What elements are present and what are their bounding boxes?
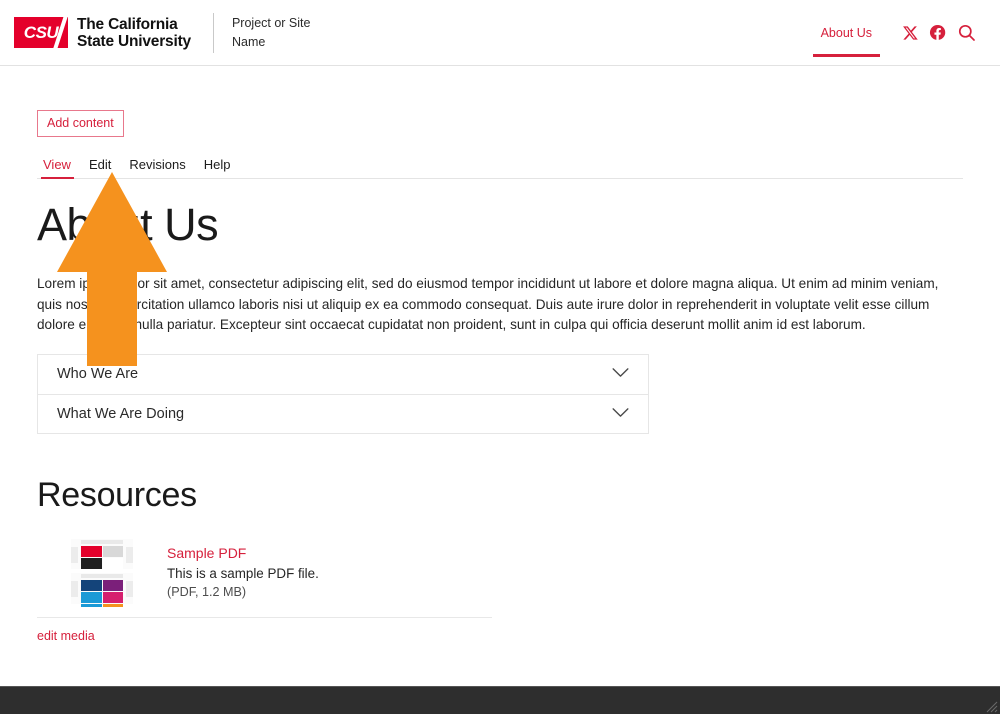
thumbnail-cell [102,579,123,591]
tab-revisions[interactable]: Revisions [120,157,194,178]
thumbnail-side-label-left [71,546,78,563]
thumbnail-cell [81,557,102,569]
accordion-label: Who We Are [57,366,139,383]
media-description: This is a sample PDF file. [167,565,319,581]
tab-view[interactable]: View [37,157,80,179]
social-icon-group [902,23,976,42]
thumbnail-side-label-right [126,546,133,563]
tab-help[interactable]: Help [195,157,240,178]
site-footer-bar [0,686,1000,714]
media-item-row: Sample PDF This is a sample PDF file. (P… [37,536,492,618]
csu-wordmark-line2: State University [77,32,191,50]
media-info: Sample PDF This is a sample PDF file. (P… [167,537,319,599]
pdf-preview-thumbnail[interactable] [63,536,141,607]
thumbnail-cell [81,579,102,591]
header-divider [212,12,214,53]
window-resize-grip[interactable] [984,699,998,713]
thumbnail-cell [102,603,123,607]
accordion: Who We Are What We Are Doing [37,353,649,434]
add-content-button[interactable]: Add content [37,110,124,137]
thumbnail-side-label-right [126,580,133,597]
header-right-group: About Us [812,0,986,65]
thumbnail-cell [102,591,123,603]
site-name-line2: Name [231,34,266,49]
search-icon[interactable] [957,23,976,42]
thumbnail-grid [71,579,133,603]
media-title-link[interactable]: Sample PDF [167,545,319,561]
site-name: Project or Site Name [232,14,311,52]
site-name-line1: Project or Site [231,15,311,30]
csu-logo-text: CSU [23,22,59,42]
tab-edit[interactable]: Edit [80,157,120,178]
facebook-icon[interactable] [929,24,946,41]
thumbnail-panel-top [71,538,133,569]
chevron-down-icon [611,365,630,383]
thumbnail-side-label-left [71,580,78,597]
nav-link-about-us[interactable]: About Us [812,0,881,65]
x-twitter-icon[interactable] [902,25,918,41]
main-content: About Us Lorem ipsum dolor sit amet, con… [0,201,1000,645]
thumbnail-panel-bottom [71,572,133,607]
body-paragraph: Lorem ipsum dolor sit amet, consectetur … [37,276,939,333]
page-title: About Us [37,199,219,250]
admin-toolbar-area: Add content View Edit Revisions Help [0,66,1000,179]
site-header: CSU The California State University Proj… [0,0,1000,66]
csu-wordmark: The California State University [77,16,191,50]
csu-logo-link[interactable]: CSU The California State University [14,16,191,50]
thumbnail-cell [102,545,123,557]
csu-logo-mark: CSU [14,17,68,48]
edit-media-link[interactable]: edit media [37,629,95,643]
resources-section-title: Resources [37,475,197,514]
thumbnail-heading-bar [81,573,123,578]
csu-wordmark-line1: The California [77,15,178,33]
thumbnail-grid-footer [71,603,133,607]
accordion-item-what-we-are-doing[interactable]: What We Are Doing [38,393,648,433]
thumbnail-grid [71,545,133,569]
accordion-label: What We Are Doing [57,405,185,422]
brand-group: CSU The California State University Proj… [14,0,310,65]
node-tabs: View Edit Revisions Help [37,157,963,179]
thumbnail-heading-bar [81,539,123,544]
thumbnail-cell [81,591,102,603]
chevron-down-icon [611,405,630,423]
media-meta: (PDF, 1.2 MB) [167,584,247,599]
accordion-item-who-we-are[interactable]: Who We Are [38,355,648,394]
thumbnail-cell [81,545,102,557]
thumbnail-cell [102,557,123,569]
thumbnail-cell [81,603,102,607]
